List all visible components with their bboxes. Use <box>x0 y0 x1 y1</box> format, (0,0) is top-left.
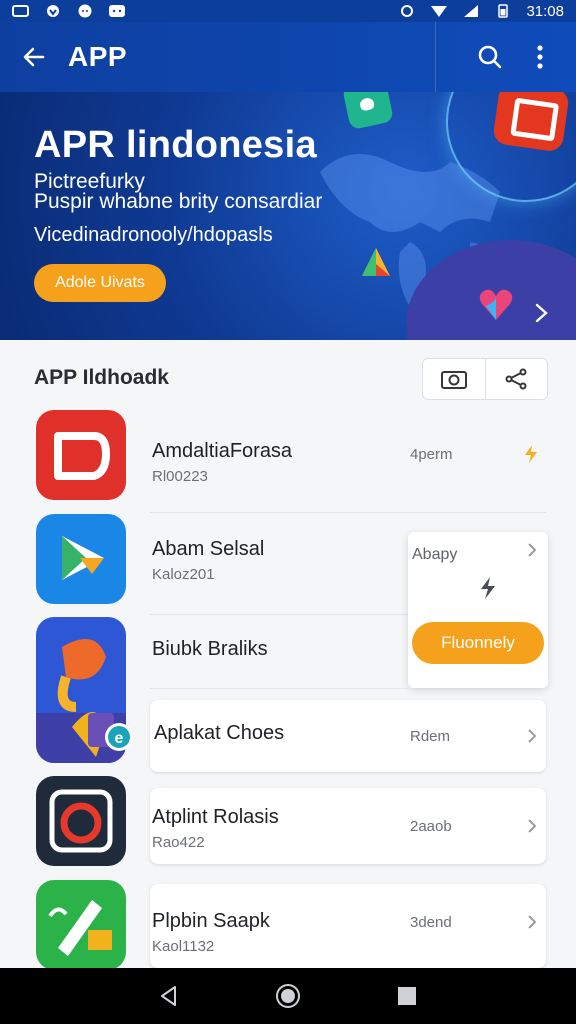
hero-subtitle: Pictreefurky Puspir whabne brity consard… <box>34 170 323 213</box>
back-triangle-icon <box>161 986 177 1006</box>
chevron-right-icon[interactable] <box>524 914 540 930</box>
app-sub-6: Kaol1132 <box>152 938 215 955</box>
popup-action-button[interactable]: Fluonnely <box>412 622 544 664</box>
app-icon-5[interactable] <box>36 776 126 866</box>
app-meta-1: 4perm <box>410 446 453 463</box>
arrow-left-icon <box>23 47 45 67</box>
row-divider <box>150 512 546 513</box>
app-icon-1[interactable] <box>36 410 126 500</box>
nav-home-button[interactable] <box>273 981 303 1011</box>
hero-subtitle-line1: Pictreefurky <box>34 170 145 193</box>
home-circle-icon <box>275 984 300 1008</box>
game-icon <box>109 5 125 17</box>
red-app-icon-decoration <box>492 92 570 153</box>
chevron-right-icon[interactable] <box>530 302 552 324</box>
back-button[interactable] <box>18 41 50 73</box>
more-options-button[interactable] <box>522 39 558 75</box>
app-meta-5: 2aaob <box>410 818 452 835</box>
wifi-icon <box>431 6 448 17</box>
app-name-5[interactable]: Atplint Rolasis <box>152 806 279 829</box>
app-name-6[interactable]: Plpbin Saapk <box>152 910 270 933</box>
share-button[interactable] <box>484 359 548 399</box>
app-meta-4: Rdem <box>410 728 451 745</box>
hero-subtitle-line2: Puspir whabne brity consardiar <box>34 190 323 213</box>
row-divider <box>150 688 408 689</box>
chevron-right-icon[interactable] <box>524 542 540 558</box>
app-sub-5: Rao422 <box>152 834 205 851</box>
status-bar: 31:08 <box>0 0 576 22</box>
share-icon <box>505 368 527 390</box>
app-name-4[interactable]: Aplakat Choes <box>154 722 284 745</box>
hero-banner[interactable]: APR lindonesia Pictreefurky Puspir whabn… <box>0 92 576 340</box>
app-logo-red <box>54 432 110 480</box>
teal-app-icon-decoration <box>341 92 395 131</box>
alarm-icon <box>401 5 414 17</box>
edge-badge-icon: e <box>105 723 133 751</box>
popup-label: Abapy <box>412 546 458 563</box>
app-icon-6[interactable] <box>36 880 126 970</box>
search-icon <box>478 45 502 69</box>
nav-recents-button[interactable] <box>392 981 422 1011</box>
section-actions <box>422 358 548 400</box>
hero-cta-button[interactable]: Adole Uivats <box>34 264 166 302</box>
app-bar: APP <box>0 22 576 92</box>
app-name-3[interactable]: Biubk Braliks <box>152 638 268 661</box>
battery-icon <box>498 4 509 18</box>
heart-icon <box>47 5 59 17</box>
system-nav-bar <box>0 968 576 1024</box>
app-sub-1: Rl00223 <box>152 468 208 485</box>
recents-square-icon <box>397 987 416 1005</box>
nav-back-button[interactable] <box>154 981 184 1011</box>
chevron-right-icon[interactable] <box>524 728 540 744</box>
play-store-triangle-icon <box>362 248 390 276</box>
app-name-1[interactable]: AmdaltiaForasa <box>152 440 292 463</box>
more-vertical-icon <box>537 45 543 69</box>
chevron-right-icon[interactable] <box>524 818 540 834</box>
app-logo-camera <box>49 789 113 853</box>
quick-action-popup: Abapy Fluonnely <box>408 532 548 688</box>
bolt-icon <box>525 445 537 463</box>
app-logo-blue <box>62 536 104 580</box>
search-button[interactable] <box>472 39 508 75</box>
app-bar-divider <box>435 22 436 92</box>
hero-title: APR lindonesia <box>34 124 317 166</box>
row-divider <box>150 614 408 615</box>
notification-icon <box>12 5 29 17</box>
section-title: APP Ildhoadk <box>34 366 169 389</box>
hero-tagline: Vicedinadronooly/hdopasls <box>34 224 273 246</box>
bolt-icon <box>481 577 495 599</box>
signal-icon <box>464 5 479 17</box>
colorful-heart-icon <box>479 289 513 320</box>
camera-button[interactable] <box>423 359 485 399</box>
svg-text:e: e <box>115 730 124 747</box>
app-name-2[interactable]: Abam Selsal <box>152 538 264 561</box>
app-logo-green <box>48 900 112 956</box>
app-meta-6: 3dend <box>410 914 452 931</box>
app-bar-title: APP <box>68 41 128 72</box>
app-icon-2[interactable] <box>36 514 126 604</box>
camera-icon <box>440 371 467 389</box>
status-time: 31:08 <box>526 2 564 20</box>
app-sub-2: Kaloz201 <box>152 566 215 583</box>
chat-icon <box>78 4 92 18</box>
